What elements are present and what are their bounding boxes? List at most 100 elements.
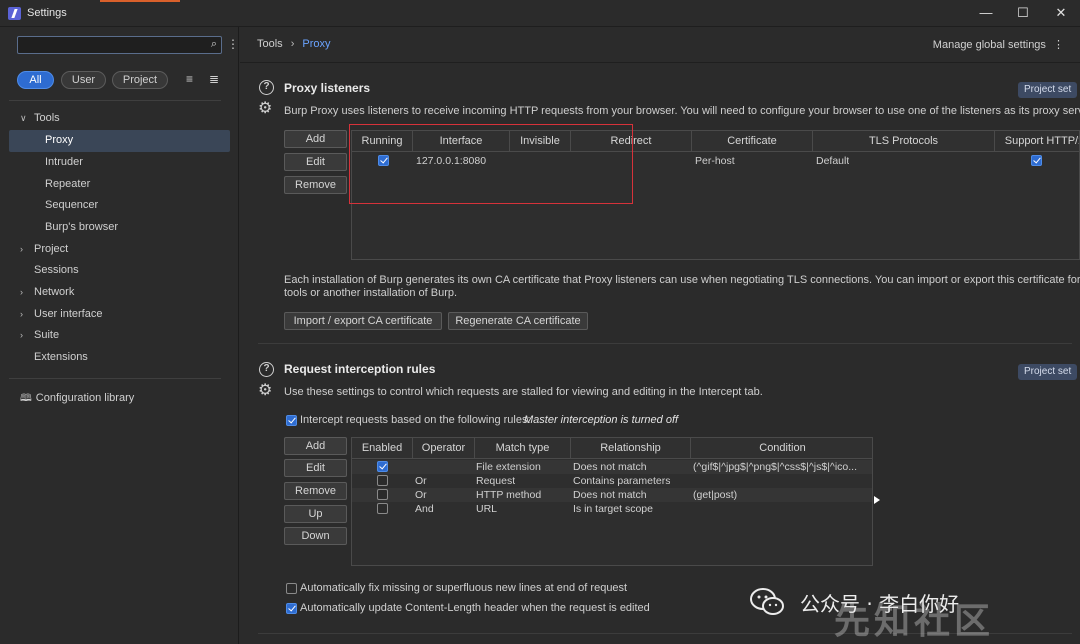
more-options-icon[interactable]: ⋮ — [1053, 39, 1064, 51]
edit-rule-button[interactable]: Edit — [284, 459, 347, 477]
move-up-button[interactable]: Up — [284, 505, 347, 523]
http2-checkbox[interactable] — [1031, 155, 1042, 166]
remove-rule-button[interactable]: Remove — [284, 482, 347, 500]
intercept-requests-label: Intercept requests based on the followin… — [300, 414, 531, 426]
column-interface[interactable]: Interface — [413, 131, 510, 152]
burp-logo-icon — [8, 7, 21, 20]
filter-project-button[interactable]: Project — [112, 71, 168, 89]
table-header: Enabled Operator Match type Relationship… — [352, 438, 872, 459]
manage-global-label: Manage global settings — [932, 39, 1046, 51]
running-checkbox[interactable] — [378, 155, 389, 166]
sidebar-item-burps-browser[interactable]: Burp's browser — [45, 217, 118, 237]
add-rule-button[interactable]: Add — [284, 437, 347, 455]
sidebar-item-sequencer[interactable]: Sequencer — [45, 195, 98, 215]
sidebar-item-user-interface[interactable]: › User interface — [20, 304, 103, 324]
master-interception-status: Master interception is turned off — [524, 414, 679, 426]
column-redirect[interactable]: Redirect — [571, 131, 692, 152]
more-options-icon[interactable]: ⋮ — [227, 37, 239, 51]
gear-icon[interactable]: ⚙ — [258, 383, 272, 399]
rule-enabled-checkbox[interactable] — [377, 475, 388, 486]
sidebar-item-extensions[interactable]: Extensions — [34, 347, 88, 367]
breadcrumb-separator-icon: › — [290, 38, 295, 50]
sidebar-item-label: Tools — [34, 112, 60, 124]
section-divider — [258, 343, 1072, 344]
import-export-ca-button[interactable]: Import / export CA certificate — [284, 312, 442, 330]
match-type-cell: Request — [476, 475, 516, 487]
search-input[interactable]: ⌕ — [17, 36, 222, 54]
rule-enabled-checkbox[interactable] — [377, 461, 388, 472]
column-tls-protocols[interactable]: TLS Protocols — [813, 131, 995, 152]
sidebar-item-repeater[interactable]: Repeater — [45, 174, 90, 194]
interception-description: Use these settings to control which requ… — [284, 386, 763, 398]
column-operator[interactable]: Operator — [413, 438, 475, 459]
filter-user-button[interactable]: User — [61, 71, 106, 89]
sidebar-item-proxy[interactable]: Proxy — [45, 130, 73, 150]
column-running[interactable]: Running — [352, 131, 413, 152]
search-icon[interactable]: ⌕ — [211, 38, 217, 51]
certificate-cell: Per-host — [695, 155, 735, 167]
column-enabled[interactable]: Enabled — [352, 438, 413, 459]
interception-rules-title: Request interception rules — [284, 362, 436, 376]
rule-enabled-checkbox[interactable] — [377, 503, 388, 514]
column-condition[interactable]: Condition — [691, 438, 872, 459]
update-content-length-checkbox[interactable] — [286, 603, 297, 614]
interception-rules-table: Enabled Operator Match type Relationship… — [351, 437, 873, 566]
column-match-type[interactable]: Match type — [475, 438, 571, 459]
minimize-icon[interactable]: — — [977, 4, 995, 22]
help-icon[interactable]: ? — [259, 80, 274, 95]
sidebar-item-tools[interactable]: ∨ Tools — [20, 108, 60, 128]
gear-icon[interactable]: ⚙ — [258, 101, 272, 117]
title-bar: Settings — ☐ ✕ — [0, 0, 1080, 27]
chevron-right-icon: › — [20, 244, 23, 254]
sidebar-item-network[interactable]: › Network — [20, 282, 74, 302]
maximize-icon[interactable]: ☐ — [1014, 4, 1032, 22]
close-icon[interactable]: ✕ — [1052, 4, 1070, 22]
config-library-label: Configuration library — [35, 392, 135, 404]
expand-all-icon[interactable]: ≡ — [186, 72, 193, 86]
regenerate-ca-button[interactable]: Regenerate CA certificate — [448, 312, 588, 330]
filter-all-button[interactable]: All — [17, 71, 54, 89]
tree-selection-highlight — [9, 130, 230, 152]
ca-description: Each installation of Burp generates its … — [284, 274, 1080, 286]
intercept-requests-checkbox[interactable] — [286, 415, 297, 426]
table-header: Running Interface Invisible Redirect Cer… — [352, 131, 1079, 152]
watermark-text: 公众号 · 李白你好 — [800, 592, 960, 616]
update-content-length-label: Automatically update Content-Length head… — [300, 602, 650, 614]
sidebar-item-intruder[interactable]: Intruder — [45, 152, 83, 172]
chevron-right-icon: › — [20, 287, 23, 297]
column-relationship[interactable]: Relationship — [571, 438, 691, 459]
sidebar-item-label: Suite — [34, 329, 60, 341]
edit-listener-button[interactable]: Edit — [284, 153, 347, 171]
manage-global-settings-link[interactable]: Manage global settings ⋮ — [933, 38, 1064, 51]
column-certificate[interactable]: Certificate — [692, 131, 813, 152]
relationship-cell: Does not match — [573, 489, 647, 501]
collapse-all-icon[interactable]: ≣ — [209, 72, 219, 86]
column-support-http2[interactable]: Support HTTP/2 — [995, 131, 1079, 152]
fix-newlines-label: Automatically fix missing or superfluous… — [300, 582, 628, 594]
sidebar-divider — [9, 100, 221, 101]
sidebar-item-label: User interface — [34, 308, 103, 320]
chevron-down-icon: ∨ — [20, 113, 27, 123]
window-title: Settings — [27, 7, 67, 19]
ca-description-cont: tools or another installation of Burp. — [284, 287, 458, 299]
sidebar-item-sessions[interactable]: Sessions — [34, 260, 79, 280]
operator-cell: And — [415, 503, 434, 515]
rule-enabled-checkbox[interactable] — [377, 489, 388, 500]
sidebar-item-project[interactable]: › Project — [20, 239, 68, 259]
proxy-listeners-description: Burp Proxy uses listeners to receive inc… — [284, 105, 1080, 117]
remove-listener-button[interactable]: Remove — [284, 176, 347, 194]
add-listener-button[interactable]: Add — [284, 130, 347, 148]
sidebar-item-suite[interactable]: › Suite — [20, 325, 60, 345]
proxy-listeners-title: Proxy listeners — [284, 81, 371, 95]
fix-newlines-checkbox[interactable] — [286, 583, 297, 594]
breadcrumb-tools[interactable]: Tools — [257, 38, 283, 50]
tls-cell: Default — [816, 155, 850, 167]
configuration-library-link[interactable]: 🕮 Configuration library — [20, 388, 134, 408]
match-type-cell: URL — [476, 503, 498, 515]
column-invisible[interactable]: Invisible — [510, 131, 571, 152]
move-down-button[interactable]: Down — [284, 527, 347, 545]
help-icon[interactable]: ? — [259, 362, 274, 377]
header-divider — [240, 62, 1080, 63]
relationship-cell: Does not match — [573, 461, 647, 473]
project-setting-badge: Project set — [1018, 82, 1078, 98]
